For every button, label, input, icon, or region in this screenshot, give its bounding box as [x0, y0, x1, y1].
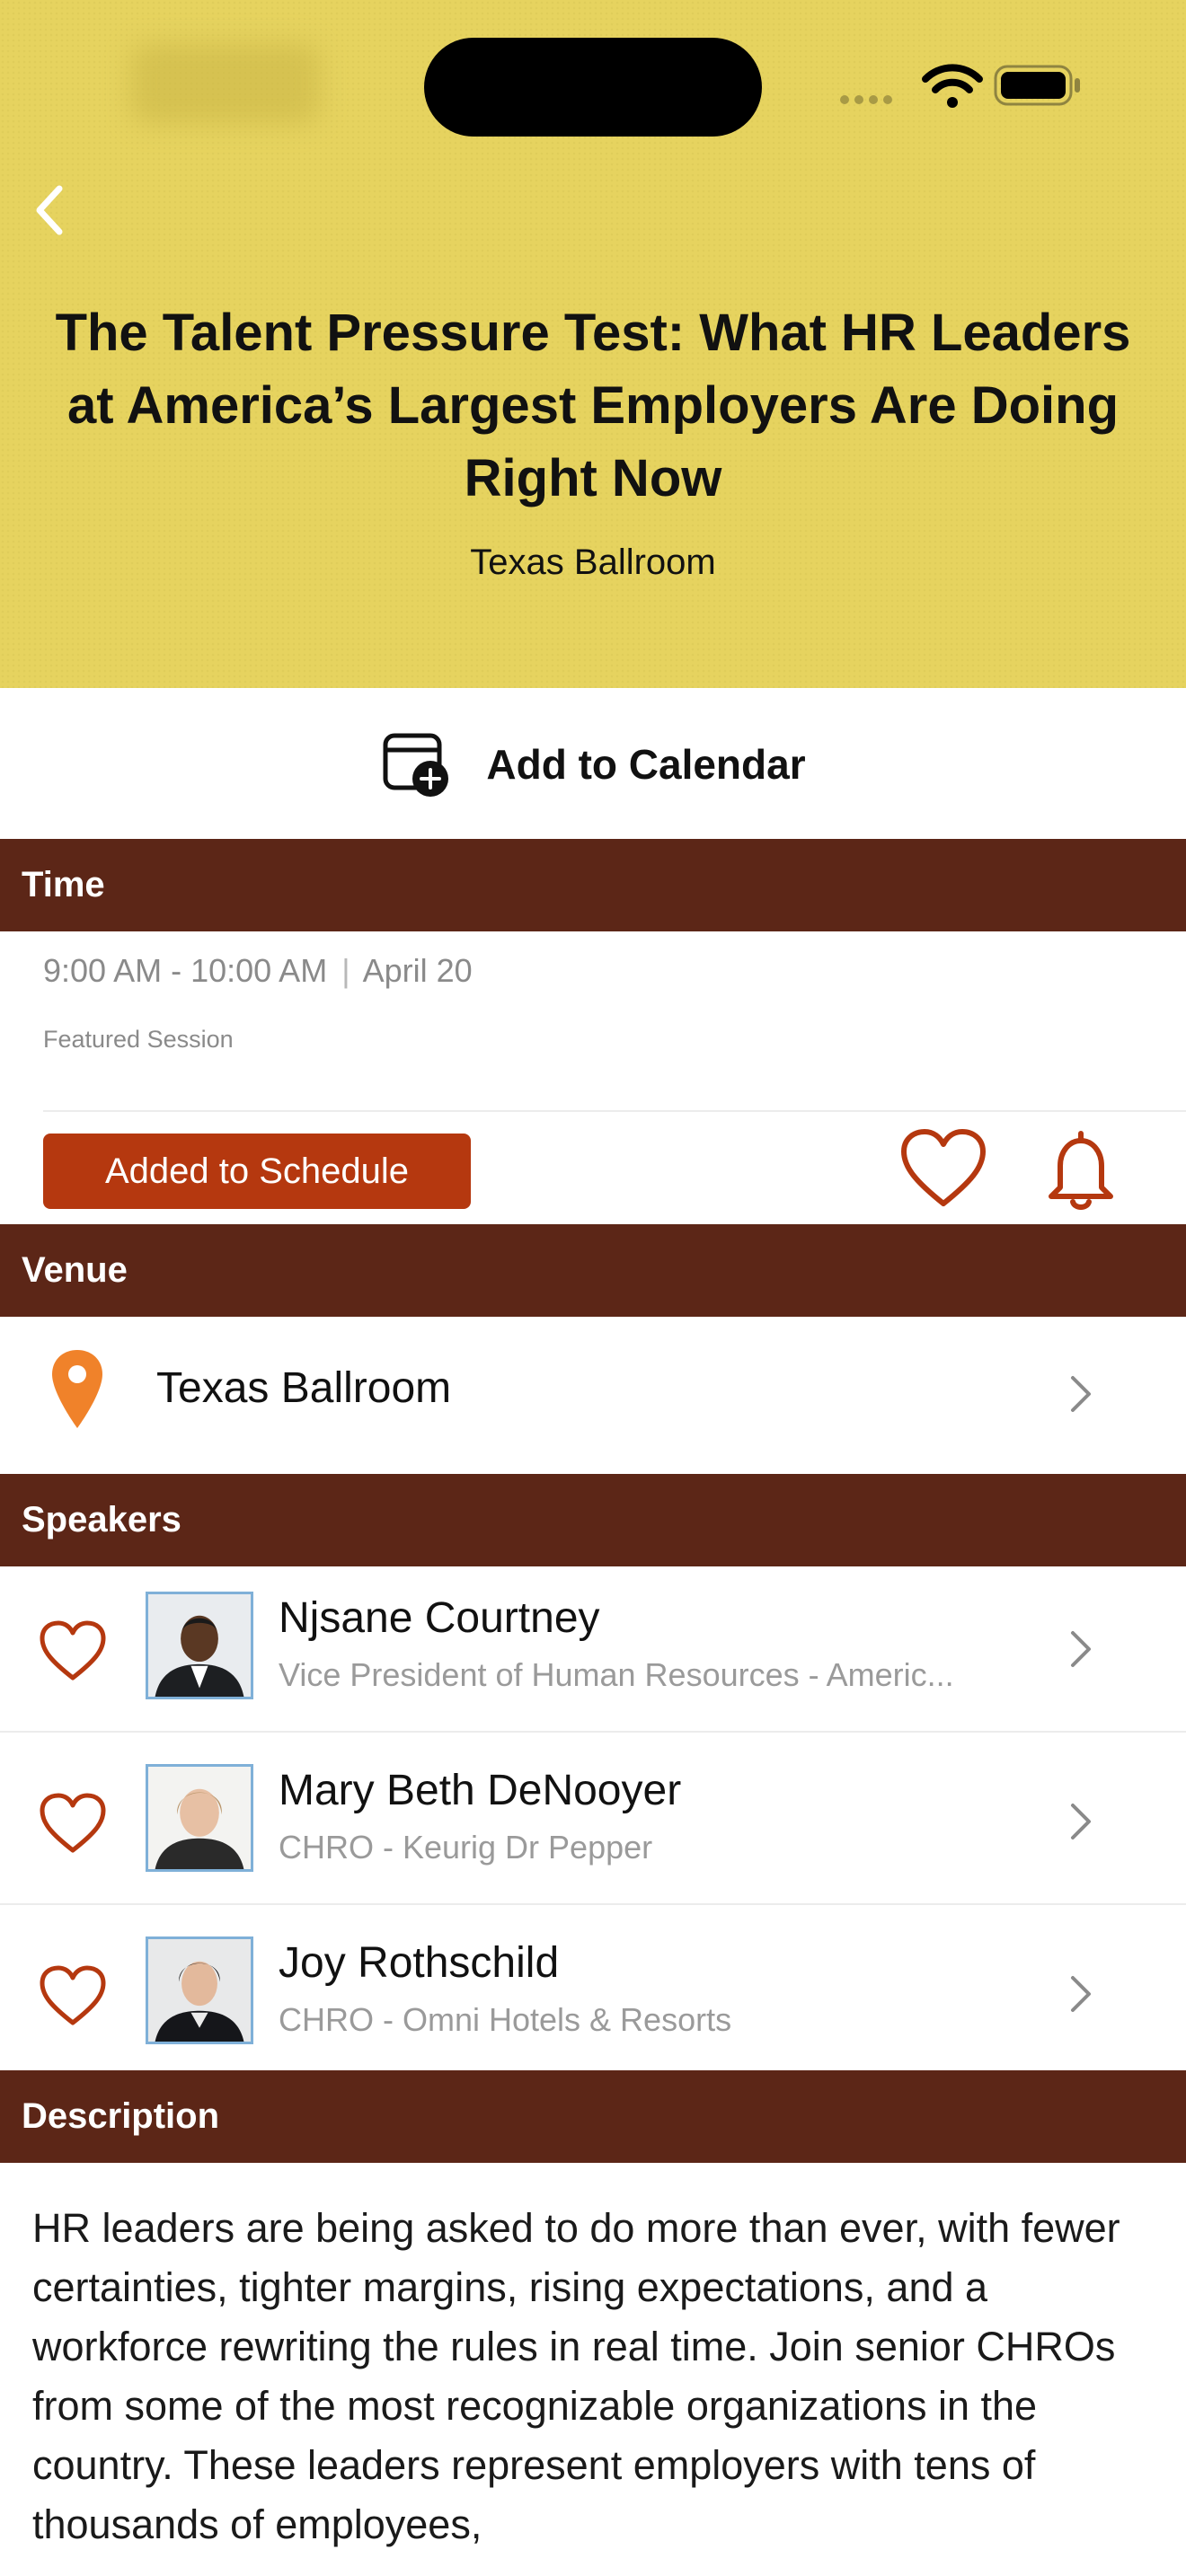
- speaker-name: Joy Rothschild: [279, 1939, 560, 1987]
- added-to-schedule-button[interactable]: Added to Schedule: [43, 1134, 471, 1209]
- divider: [0, 1731, 1186, 1733]
- chevron-right-icon: [1071, 1804, 1091, 1839]
- speaker-avatar: [146, 1936, 253, 2044]
- status-icons: [840, 64, 1080, 108]
- speaker-avatar: [146, 1764, 253, 1872]
- favorite-speaker-heart-icon[interactable]: [38, 1619, 108, 1685]
- chevron-right-icon: [1071, 1376, 1091, 1412]
- favorite-speaker-heart-icon[interactable]: [38, 1963, 108, 2030]
- wifi-icon: [922, 64, 983, 108]
- speaker-role: CHRO - Omni Hotels & Resorts: [279, 2001, 732, 2038]
- speakers-section-header: Speakers: [0, 1474, 1186, 1566]
- speaker-name: Njsane Courtney: [279, 1594, 600, 1642]
- speaker-row[interactable]: Njsane Courtney Vice President of Human …: [0, 1566, 1186, 1739]
- speaker-row[interactable]: Mary Beth DeNooyer CHRO - Keurig Dr Pepp…: [0, 1739, 1186, 1911]
- speaker-name: Mary Beth DeNooyer: [279, 1767, 682, 1814]
- time-separator: |: [341, 952, 350, 989]
- favorite-speaker-heart-icon[interactable]: [38, 1791, 108, 1857]
- dynamic-island: [424, 38, 762, 137]
- time-range: 9:00 AM - 10:00 AM: [43, 952, 328, 989]
- time-section-header: Time: [0, 839, 1186, 931]
- session-title: The Talent Pressure Test: What HR Leader…: [55, 304, 1131, 507]
- session-room: Texas Ballroom: [470, 543, 716, 582]
- reminder-bell-icon[interactable]: [1042, 1126, 1120, 1213]
- battery-icon: [994, 65, 1080, 106]
- calendar-add-icon: [383, 733, 449, 797]
- description-section-header: Description: [0, 2070, 1186, 2163]
- status-bar-time-blurred: [131, 43, 320, 124]
- chevron-right-icon: [1071, 1631, 1091, 1667]
- speaker-row[interactable]: Joy Rothschild CHRO - Omni Hotels & Reso…: [0, 1911, 1186, 2084]
- venue-section-header: Venue: [0, 1224, 1186, 1317]
- session-date: April 20: [362, 952, 473, 989]
- speaker-role: Vice President of Human Resources - Amer…: [279, 1656, 954, 1693]
- signal-icon: [840, 95, 892, 104]
- speaker-role: CHRO - Keurig Dr Pepper: [279, 1829, 653, 1866]
- session-tag: Featured Session: [43, 1026, 234, 1053]
- add-to-calendar-label: Add to Calendar: [486, 741, 806, 788]
- venue-name: Texas Ballroom: [156, 1364, 452, 1412]
- back-chevron-icon[interactable]: [27, 178, 74, 243]
- map-pin-icon: [52, 1350, 102, 1428]
- add-to-calendar-button[interactable]: Add to Calendar: [0, 690, 1186, 839]
- session-header: The Talent Pressure Test: What HR Leader…: [0, 0, 1186, 688]
- chevron-right-icon: [1071, 1976, 1091, 2012]
- speaker-avatar: [146, 1592, 253, 1699]
- favorite-heart-icon[interactable]: [898, 1126, 988, 1213]
- divider: [43, 1110, 1186, 1112]
- venue-row[interactable]: Texas Ballroom: [0, 1317, 1186, 1473]
- session-time: 9:00 AM - 10:00 AM | April 20: [43, 952, 473, 990]
- session-description: HR leaders are being asked to do more th…: [32, 2205, 1120, 2547]
- divider: [0, 1903, 1186, 1905]
